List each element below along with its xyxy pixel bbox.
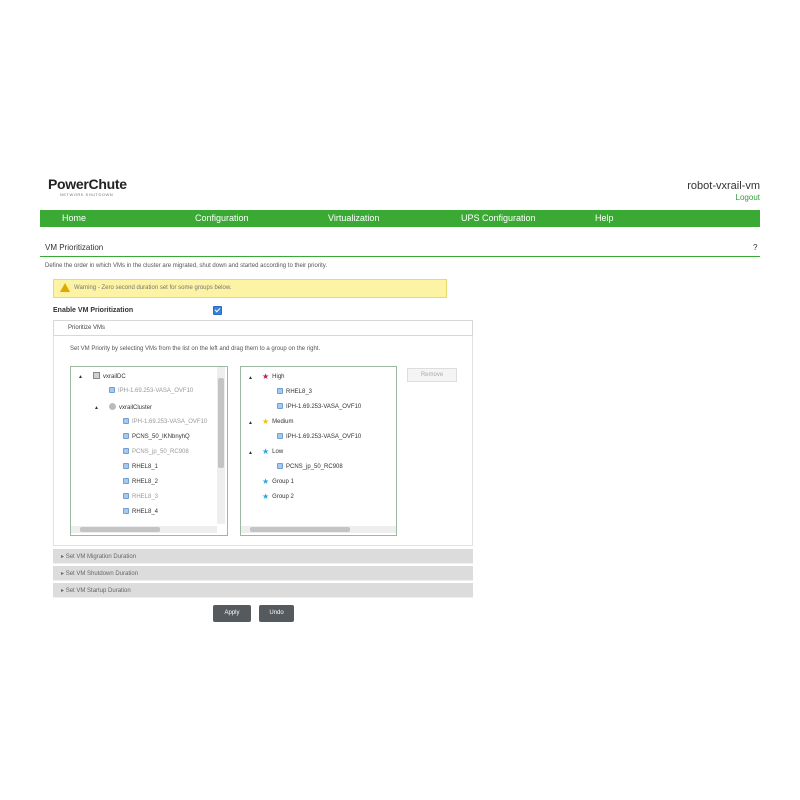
tree-item-group-2[interactable]: ★ Group 2: [262, 492, 294, 501]
vm-icon: [277, 388, 283, 394]
vm-icon: [123, 478, 129, 484]
instructions-text: Set VM Priority by selecting VMs from th…: [70, 346, 321, 352]
nav-ups-configuration[interactable]: UPS Configuration: [461, 213, 536, 223]
star-icon: ★: [262, 447, 270, 456]
logout-link[interactable]: Logout: [736, 193, 760, 202]
tree-item-vm[interactable]: RHEL8_2: [123, 478, 158, 485]
vm-icon: [123, 448, 129, 454]
enable-vm-prioritization-checkbox[interactable]: [213, 306, 222, 315]
star-icon: ★: [262, 492, 270, 501]
tree-item-vm[interactable]: PCNS_jp_50_RC908: [277, 463, 343, 470]
nav-help[interactable]: Help: [595, 213, 614, 223]
powerchute-logo: PowerChute: [48, 176, 127, 192]
tree-item-vm[interactable]: IPH-1.69.253-VASA_OVF10: [277, 403, 361, 410]
title-divider: [40, 256, 760, 257]
tree-item-group-low[interactable]: ★ Low: [262, 447, 283, 456]
tree-item-group-medium[interactable]: ★ Medium: [262, 417, 294, 426]
datacenter-icon: [93, 372, 100, 379]
main-navbar: Home Configuration Virtualization UPS Co…: [40, 210, 760, 227]
tree-item-cluster[interactable]: vxrailCluster: [109, 403, 152, 411]
tree-item-vm[interactable]: RHEL8_3: [277, 388, 312, 395]
tree-item-vm[interactable]: PCNS_jp_50_RC908: [123, 448, 189, 455]
hostname: robot-vxrail-vm: [687, 180, 760, 192]
undo-button[interactable]: Undo: [259, 605, 294, 622]
help-icon[interactable]: ?: [753, 243, 757, 252]
nav-configuration[interactable]: Configuration: [195, 213, 249, 223]
vm-icon: [123, 433, 129, 439]
vm-icon: [277, 463, 283, 469]
tree-item-group-1[interactable]: ★ Group 1: [262, 477, 294, 486]
enable-vm-prioritization-label: Enable VM Prioritization: [53, 307, 134, 314]
vm-icon: [123, 418, 129, 424]
vm-icon: [277, 403, 283, 409]
expand-triangle-icon[interactable]: ▲: [248, 420, 253, 426]
remove-button[interactable]: Remove: [407, 368, 457, 382]
left-tree-scroll-thumb[interactable]: [218, 378, 224, 468]
prioritize-vms-title: Prioritize VMs: [68, 325, 106, 331]
star-icon: ★: [262, 477, 270, 486]
tree-item-vm[interactable]: IPH-1.69.253-VASA_OVF10: [277, 433, 361, 440]
vm-icon: [123, 463, 129, 469]
left-tree-horizontal-thumb[interactable]: [80, 527, 160, 532]
tree-item-datacenter[interactable]: vxrailDC: [93, 372, 126, 380]
page-description: Define the order in which VMs in the clu…: [45, 263, 328, 269]
page-title: VM Prioritization: [45, 243, 104, 252]
vm-icon: [109, 387, 115, 393]
nav-home[interactable]: Home: [62, 213, 86, 223]
vm-icon: [123, 493, 129, 499]
section-vm-startup-duration[interactable]: ▸ Set VM Startup Duration: [53, 583, 473, 598]
vm-source-tree[interactable]: ▲ vxrailDC IPH-1.69.253-VASA_OVF10 ▲ vxr…: [70, 366, 228, 536]
priority-groups-tree[interactable]: ▲ ★ High RHEL8_3 IPH-1.69.253-VASA_OVF10 …: [240, 366, 397, 536]
vm-icon: [277, 433, 283, 439]
cluster-icon: [109, 403, 116, 410]
warning-text: Warning - Zero second duration set for s…: [74, 285, 232, 291]
section-vm-migration-duration[interactable]: ▸ Set VM Migration Duration: [53, 549, 473, 564]
vm-icon: [123, 508, 129, 514]
tree-item-vm[interactable]: RHEL8_3: [123, 493, 158, 500]
expand-triangle-icon[interactable]: ▲: [94, 405, 99, 411]
tree-item-vm[interactable]: RHEL8_1: [123, 463, 158, 470]
tree-item-vm[interactable]: PCNS_50_IKNbnyhQ: [123, 433, 190, 440]
tree-item-vm[interactable]: RHEL8_4: [123, 508, 158, 515]
expand-triangle-icon[interactable]: ▲: [248, 450, 253, 456]
star-icon: ★: [262, 417, 270, 426]
right-tree-horizontal-thumb[interactable]: [250, 527, 350, 532]
star-icon: ★: [262, 372, 270, 381]
warning-banner: Warning - Zero second duration set for s…: [53, 279, 447, 298]
warning-triangle-icon: [60, 283, 70, 292]
tree-item-vm[interactable]: IPH-1.69.253-VASA_OVF10: [109, 387, 193, 394]
prioritize-vms-header[interactable]: Prioritize VMs: [53, 320, 473, 336]
tree-item-vm[interactable]: IPH-1.69.253-VASA_OVF10: [123, 418, 207, 425]
nav-virtualization[interactable]: Virtualization: [328, 213, 379, 223]
section-vm-shutdown-duration[interactable]: ▸ Set VM Shutdown Duration: [53, 566, 473, 581]
logo-subtitle: NETWORK SHUTDOWN: [60, 192, 114, 197]
apply-button[interactable]: Apply: [213, 605, 251, 622]
expand-triangle-icon[interactable]: ▲: [78, 374, 83, 380]
tree-item-group-high[interactable]: ★ High: [262, 372, 285, 381]
expand-triangle-icon[interactable]: ▲: [248, 375, 253, 381]
